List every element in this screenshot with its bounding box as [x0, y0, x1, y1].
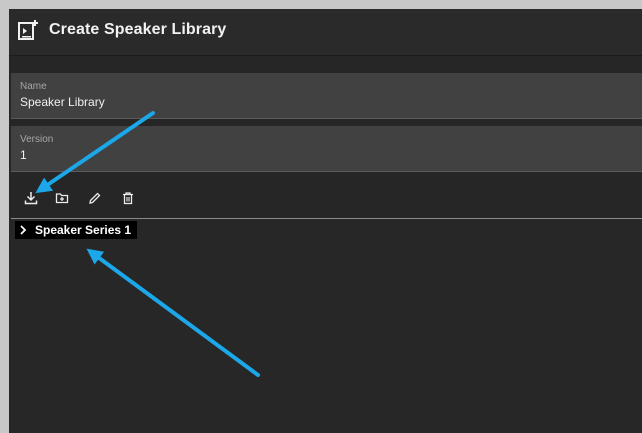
page-title: Create Speaker Library — [49, 21, 227, 38]
download-button[interactable] — [20, 190, 42, 210]
name-field[interactable]: Name Speaker Library — [11, 73, 642, 119]
header: Create Speaker Library — [9, 9, 642, 56]
tree-item-label: Speaker Series 1 — [35, 223, 132, 237]
name-field-label: Name — [20, 81, 47, 92]
pencil-icon — [88, 191, 102, 210]
add-folder-button[interactable] — [51, 190, 73, 210]
tree-item-speaker-series-1[interactable]: Speaker Series 1 — [15, 221, 138, 239]
chevron-right-icon[interactable] — [15, 221, 31, 239]
version-field[interactable]: Version 1 — [11, 126, 642, 172]
toolbar — [9, 187, 209, 213]
version-field-value[interactable]: 1 — [20, 148, 27, 162]
edit-button[interactable] — [84, 190, 106, 210]
version-field-label: Version — [20, 134, 54, 145]
download-icon — [24, 191, 38, 210]
delete-button[interactable] — [117, 190, 139, 210]
app-window: Create Speaker Library Name Speaker Libr… — [9, 9, 642, 433]
add-folder-icon — [55, 191, 69, 210]
trash-icon — [121, 191, 135, 210]
add-library-icon — [17, 19, 39, 46]
library-tree: Speaker Series 1 — [11, 218, 642, 433]
name-field-value[interactable]: Speaker Library — [20, 95, 105, 109]
